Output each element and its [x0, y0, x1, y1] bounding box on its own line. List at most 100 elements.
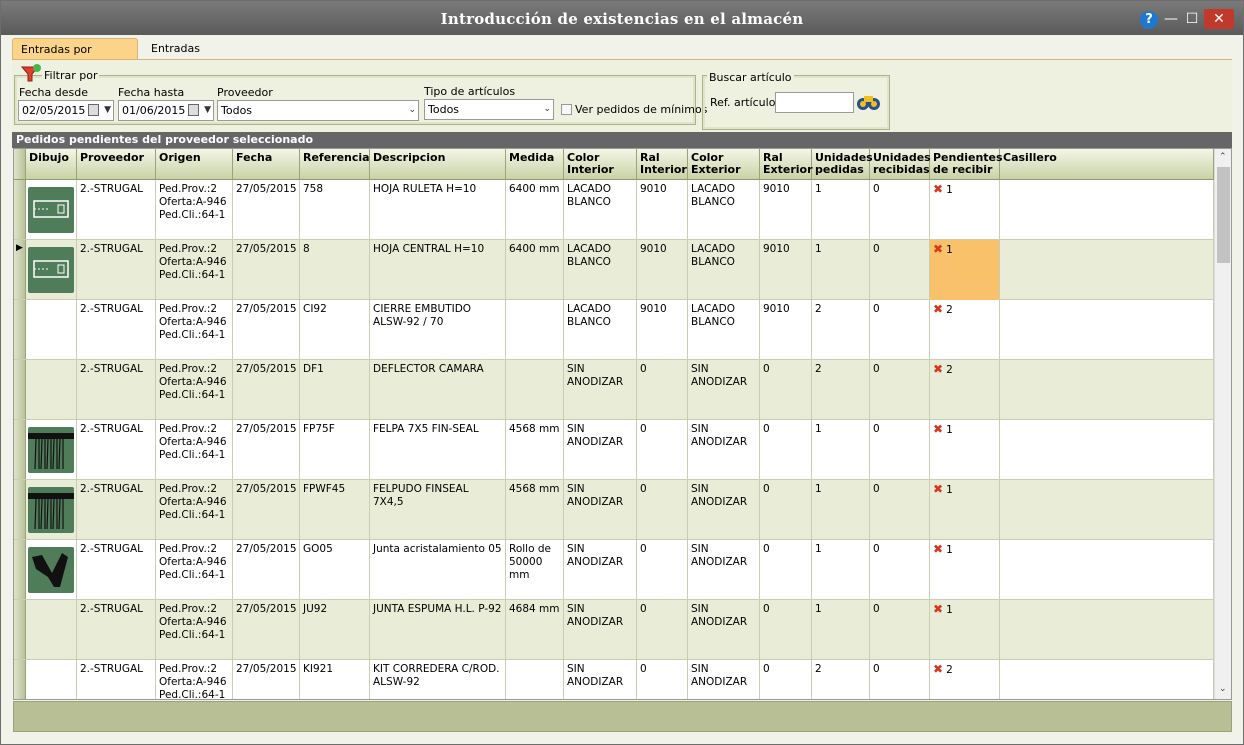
- cell-color-exterior[interactable]: SIN ANODIZAR: [688, 360, 760, 420]
- cell-ral-exterior[interactable]: 9010: [760, 240, 812, 300]
- help-icon[interactable]: ?: [1140, 11, 1158, 29]
- table-row[interactable]: 2.-STRUGAL Ped.Prov.:2 Oferta:A-946 Ped.Cli…: [14, 600, 1214, 660]
- cell-ral-exterior[interactable]: 0: [760, 540, 812, 600]
- column-header-pendientes-recibir[interactable]: Pendientes de recibir: [930, 149, 1003, 180]
- cell-casillero[interactable]: [1000, 600, 1214, 660]
- cell-medida[interactable]: [506, 300, 564, 360]
- cell-pendientes-recibir[interactable]: ✖ 2: [930, 360, 1000, 420]
- cell-color-exterior[interactable]: SIN ANODIZAR: [688, 480, 760, 540]
- cell-referencia[interactable]: GO05: [300, 540, 370, 600]
- cell-referencia[interactable]: CI92: [300, 300, 370, 360]
- cell-origen[interactable]: Ped.Prov.:2 Oferta:A-946 Ped.Cli.:64-1: [156, 660, 233, 699]
- cell-dibujo[interactable]: [26, 540, 77, 600]
- cell-ral-interior[interactable]: 0: [637, 480, 688, 540]
- cell-proveedor[interactable]: 2.-STRUGAL: [77, 360, 156, 420]
- cell-dibujo[interactable]: [26, 420, 77, 480]
- cell-descripcion[interactable]: FELPUDO FINSEAL 7X4,5: [370, 480, 506, 540]
- cell-unidades-pedidas[interactable]: 1: [812, 180, 870, 240]
- cell-descripcion[interactable]: KIT CORREDERA C/ROD. ALSW-92: [370, 660, 506, 699]
- cell-unidades-recibidas[interactable]: 0: [870, 180, 930, 240]
- cell-fecha[interactable]: 27/05/2015: [233, 600, 300, 660]
- cell-color-exterior[interactable]: SIN ANODIZAR: [688, 600, 760, 660]
- row-selector[interactable]: [14, 180, 26, 239]
- cell-color-interior[interactable]: LACADO BLANCO: [564, 180, 637, 240]
- cell-descripcion[interactable]: HOJA RULETA H=10: [370, 180, 506, 240]
- cell-unidades-pedidas[interactable]: 1: [812, 600, 870, 660]
- cell-referencia[interactable]: 8: [300, 240, 370, 300]
- calendar-icon[interactable]: [188, 104, 199, 116]
- cell-descripcion[interactable]: JUNTA ESPUMA H.L. P-92: [370, 600, 506, 660]
- scrollbar-thumb[interactable]: [1217, 167, 1230, 263]
- table-row[interactable]: 2.-STRUGAL Ped.Prov.:2 Oferta:A-946 Ped.Cli…: [14, 540, 1214, 600]
- cell-descripcion[interactable]: HOJA CENTRAL H=10: [370, 240, 506, 300]
- cell-ral-exterior[interactable]: 0: [760, 660, 812, 699]
- cell-fecha[interactable]: 27/05/2015: [233, 360, 300, 420]
- column-header-casillero[interactable]: Casillero: [1000, 149, 1214, 180]
- cell-color-exterior[interactable]: SIN ANODIZAR: [688, 660, 760, 699]
- cell-color-exterior[interactable]: SIN ANODIZAR: [688, 540, 760, 600]
- table-row[interactable]: 2.-STRUGAL Ped.Prov.:2 Oferta:A-946 Ped.Cli…: [14, 660, 1214, 699]
- cell-casillero[interactable]: [1000, 300, 1214, 360]
- row-selector[interactable]: [14, 360, 26, 419]
- column-header-medida[interactable]: Medida: [506, 149, 564, 180]
- cell-ral-exterior[interactable]: 9010: [760, 180, 812, 240]
- row-selector[interactable]: [14, 480, 26, 539]
- column-header-ral-exterior[interactable]: Ral Exterior: [760, 149, 813, 180]
- cell-referencia[interactable]: 758: [300, 180, 370, 240]
- binoculars-icon[interactable]: [855, 91, 882, 113]
- cell-pendientes-recibir[interactable]: ✖ 2: [930, 300, 1000, 360]
- cell-descripcion[interactable]: FELPA 7X5 FIN-SEAL: [370, 420, 506, 480]
- cell-medida[interactable]: 4568 mm: [506, 480, 564, 540]
- column-header-unidades-recibidas[interactable]: Unidades recibidas: [870, 149, 931, 180]
- cell-color-interior[interactable]: SIN ANODIZAR: [564, 540, 637, 600]
- cell-color-interior[interactable]: SIN ANODIZAR: [564, 660, 637, 699]
- cell-referencia[interactable]: KI921: [300, 660, 370, 699]
- cell-unidades-pedidas[interactable]: 2: [812, 660, 870, 699]
- cell-dibujo[interactable]: [26, 360, 77, 420]
- cell-color-interior[interactable]: SIN ANODIZAR: [564, 360, 637, 420]
- cell-referencia[interactable]: DF1: [300, 360, 370, 420]
- cell-pendientes-recibir[interactable]: ✖ 1: [930, 180, 1000, 240]
- cell-ral-exterior[interactable]: 0: [760, 420, 812, 480]
- tipo-articulos-select[interactable]: Todos ⌄: [424, 99, 554, 120]
- cell-color-exterior[interactable]: SIN ANODIZAR: [688, 420, 760, 480]
- cell-descripcion[interactable]: Junta acristalamiento 05: [370, 540, 506, 600]
- cell-fecha[interactable]: 27/05/2015: [233, 540, 300, 600]
- cell-proveedor[interactable]: 2.-STRUGAL: [77, 240, 156, 300]
- cell-pendientes-recibir[interactable]: ✖ 1: [930, 540, 1000, 600]
- cell-ral-interior[interactable]: 9010: [637, 180, 688, 240]
- cell-ral-interior[interactable]: 0: [637, 660, 688, 699]
- cell-casillero[interactable]: [1000, 540, 1214, 600]
- cell-ral-exterior[interactable]: 0: [760, 360, 812, 420]
- cell-ral-interior[interactable]: 9010: [637, 240, 688, 300]
- cell-fecha[interactable]: 27/05/2015: [233, 180, 300, 240]
- chevron-down-icon[interactable]: ▼: [104, 101, 111, 120]
- close-button[interactable]: ✕: [1204, 9, 1234, 29]
- cell-referencia[interactable]: JU92: [300, 600, 370, 660]
- cell-origen[interactable]: Ped.Prov.:2 Oferta:A-946 Ped.Cli.:64-1: [156, 300, 233, 360]
- cell-dibujo[interactable]: [26, 300, 77, 360]
- cell-casillero[interactable]: [1000, 660, 1214, 699]
- chevron-down-icon[interactable]: ⌄: [408, 101, 416, 120]
- cell-unidades-recibidas[interactable]: 0: [870, 600, 930, 660]
- cell-medida[interactable]: Rollo de 50000 mm: [506, 540, 564, 600]
- cell-origen[interactable]: Ped.Prov.:2 Oferta:A-946 Ped.Cli.:64-1: [156, 480, 233, 540]
- cell-unidades-pedidas[interactable]: 1: [812, 540, 870, 600]
- minimize-button[interactable]: —: [1161, 9, 1181, 29]
- cell-ral-interior[interactable]: 0: [637, 360, 688, 420]
- minimos-checkbox[interactable]: [561, 104, 572, 115]
- chevron-down-icon[interactable]: ⌄: [543, 100, 551, 119]
- row-selector[interactable]: ▶: [14, 240, 26, 299]
- cell-origen[interactable]: Ped.Prov.:2 Oferta:A-946 Ped.Cli.:64-1: [156, 420, 233, 480]
- cell-ral-interior[interactable]: 0: [637, 420, 688, 480]
- cell-medida[interactable]: 6400 mm: [506, 240, 564, 300]
- cell-color-interior[interactable]: SIN ANODIZAR: [564, 480, 637, 540]
- column-header-fecha[interactable]: Fecha: [233, 149, 300, 180]
- cell-origen[interactable]: Ped.Prov.:2 Oferta:A-946 Ped.Cli.:64-1: [156, 240, 233, 300]
- cell-ral-interior[interactable]: 0: [637, 600, 688, 660]
- cell-dibujo[interactable]: [26, 240, 77, 300]
- cell-unidades-pedidas[interactable]: 1: [812, 240, 870, 300]
- cell-unidades-recibidas[interactable]: 0: [870, 480, 930, 540]
- cell-ral-interior[interactable]: 9010: [637, 300, 688, 360]
- row-selector[interactable]: [14, 540, 26, 599]
